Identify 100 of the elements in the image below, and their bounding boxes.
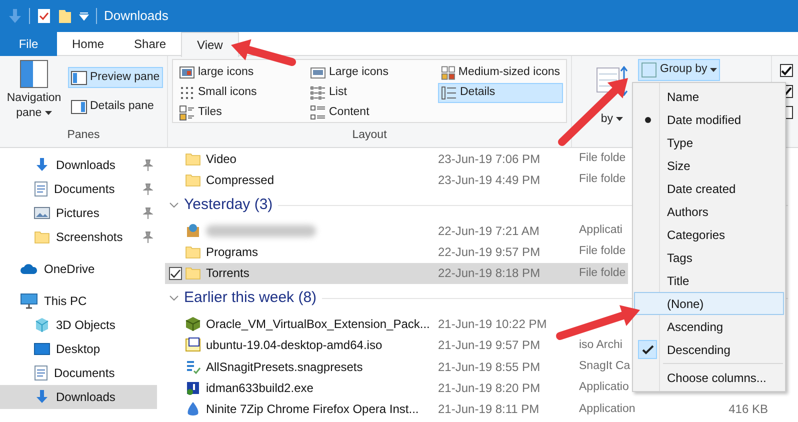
layout-option[interactable]: large icons [176, 63, 301, 83]
view-layout-icon [441, 65, 456, 81]
file-name: idman633build2.exe [206, 380, 314, 398]
menu-item[interactable]: Size [634, 154, 784, 177]
layout-option[interactable]: Large icons [307, 63, 432, 83]
nav-item[interactable]: Documents [0, 177, 157, 201]
nav-item[interactable]: This PC [0, 289, 157, 313]
nav-item[interactable]: Downloads [0, 153, 157, 177]
file-name: Video [206, 150, 236, 168]
layout-option[interactable]: List [307, 83, 432, 103]
menu-item[interactable]: Choose columns... [634, 366, 784, 389]
file-row[interactable]: Torrents 22-Jun-19 8:18 PM File folde [165, 262, 628, 284]
application-icon [185, 380, 201, 396]
application-icon [185, 222, 201, 239]
dropdown-icon[interactable] [79, 11, 89, 21]
file-type: Application [579, 402, 636, 415]
file-menu-tab[interactable]: File [0, 32, 57, 56]
document-icon [34, 365, 48, 381]
menu-item[interactable]: Descending [634, 338, 784, 361]
file-type: File folde [579, 173, 626, 186]
disc-image-icon [185, 337, 201, 354]
nav-item[interactable]: Desktop [0, 337, 157, 361]
file-name: ubuntu-19.04-desktop-amd64.iso [206, 337, 382, 354]
menu-item[interactable]: Name [634, 85, 784, 108]
file-row[interactable]: Compressed 23-Jun-19 4:49 PM File folde [165, 169, 628, 191]
chevron-icon[interactable] [169, 202, 179, 209]
date-modified: 21-Jun-19 8:55 PM [438, 360, 540, 374]
navigation-pane-button[interactable]: Navigation pane [4, 59, 64, 122]
caret-icon [44, 110, 52, 115]
file-type: File folde [579, 152, 626, 164]
layout-option[interactable]: Small icons [176, 83, 301, 103]
checkbox[interactable] [780, 64, 793, 77]
date-modified: 23-Jun-19 7:06 PM [438, 152, 540, 166]
ribbon-tab[interactable]: View [181, 32, 239, 57]
pane-toggle-button[interactable]: Preview pane [68, 67, 163, 88]
folder-icon[interactable] [58, 8, 72, 24]
file-row[interactable]: Ninite 7Zip Chrome Firefox Opera Inst... 21-Jun-19 8:11 PM Application [165, 398, 636, 420]
download-icon [34, 157, 50, 173]
nav-item[interactable]: Downloads [0, 385, 157, 409]
file-row[interactable]: Video 23-Jun-19 7:06 PM File folde [165, 148, 628, 170]
nav-item[interactable]: 3D Objects [0, 313, 157, 337]
layout-option[interactable]: Content [307, 103, 432, 123]
menu-item[interactable]: (None) [634, 292, 784, 315]
layout-option[interactable]: Tiles [176, 103, 301, 123]
date-modified: 23-Jun-19 4:49 PM [438, 172, 540, 187]
caret-icon [710, 68, 718, 72]
nav-item[interactable]: OneDrive [0, 257, 157, 281]
file-row[interactable]: Oracle_VM_VirtualBox_Extension_Pack... 21-Jun-19 10:22 PM [165, 313, 628, 335]
pane-layout-icon [20, 60, 48, 88]
file-row[interactable]: idman633build2.exe 21-Jun-19 8:20 PM Applicatio [165, 377, 630, 399]
properties-icon[interactable] [37, 8, 51, 24]
view-layout-icon [179, 85, 195, 101]
checkbox[interactable] [168, 266, 182, 280]
file-type: iso Archi [579, 338, 622, 351]
file-type: Applicati [579, 224, 622, 236]
annotation-arrow [558, 78, 628, 146]
file-row[interactable]: 22-Jun-19 7:21 AM Applicati [165, 220, 628, 242]
file-name: Ninite 7Zip Chrome Firefox Opera Inst... [206, 401, 419, 418]
file-type: File folde [579, 245, 626, 258]
menu-item[interactable]: Date modified [634, 108, 784, 131]
menu-item[interactable]: Title [634, 269, 784, 292]
folder-icon [185, 172, 201, 188]
nav-item[interactable]: Screenshots [0, 225, 157, 249]
view-layout-icon [310, 85, 326, 101]
layout-option[interactable]: Medium-sized icons [438, 63, 563, 83]
date-modified: 22-Jun-19 7:21 AM [438, 224, 540, 238]
file-name: AllSnagitPresets.snagpresets [206, 358, 363, 376]
preview-pane-icon [71, 70, 87, 86]
chevron-icon[interactable] [169, 295, 179, 302]
menu-item[interactable]: Authors [634, 200, 784, 223]
layout-option[interactable]: Details [438, 83, 563, 103]
file-type: Applicatio [579, 381, 629, 394]
file-row[interactable]: ubuntu-19.04-desktop-amd64.iso 21-Jun-19 9:57 PM iso Archi [165, 334, 628, 356]
ribbon-tab[interactable]: Share [119, 32, 182, 56]
date-modified: 21-Jun-19 9:57 PM [438, 338, 540, 352]
date-modified: 21-Jun-19 8:11 PM [438, 402, 540, 416]
file-row[interactable]: AllSnagitPresets.snagpresets 21-Jun-19 8:55 PM SnagIt Ca [165, 356, 632, 378]
group-header: Earlier this week (8) [184, 288, 317, 308]
folder-icon [185, 150, 201, 167]
file-name: Compressed [206, 172, 274, 189]
group-icon [641, 62, 657, 78]
group-header: Yesterday (3) [184, 195, 273, 216]
file-type: SnagIt Ca [579, 360, 630, 372]
group-by-button[interactable]: Group by [638, 59, 720, 81]
group-label: Layout [351, 128, 388, 143]
nav-item[interactable]: Documents [0, 361, 157, 385]
annotation-arrow [231, 39, 296, 66]
group-label: Panes [66, 128, 101, 143]
details-pane-icon [71, 98, 87, 115]
nav-item[interactable]: Pictures [0, 201, 157, 225]
menu-item[interactable]: Categories [634, 223, 784, 246]
menu-item[interactable]: Ascending [634, 315, 784, 338]
pane-toggle-button[interactable]: Details pane [68, 96, 163, 118]
menu-item[interactable]: Date created [634, 177, 784, 200]
menu-item[interactable]: Tags [634, 246, 784, 269]
file-row[interactable]: Programs 22-Jun-19 9:57 PM File folde [165, 241, 628, 263]
ribbon-tab[interactable]: Home [57, 32, 120, 56]
file-type: File folde [579, 266, 626, 279]
cube-icon [34, 317, 50, 333]
menu-item[interactable]: Type [634, 131, 784, 154]
